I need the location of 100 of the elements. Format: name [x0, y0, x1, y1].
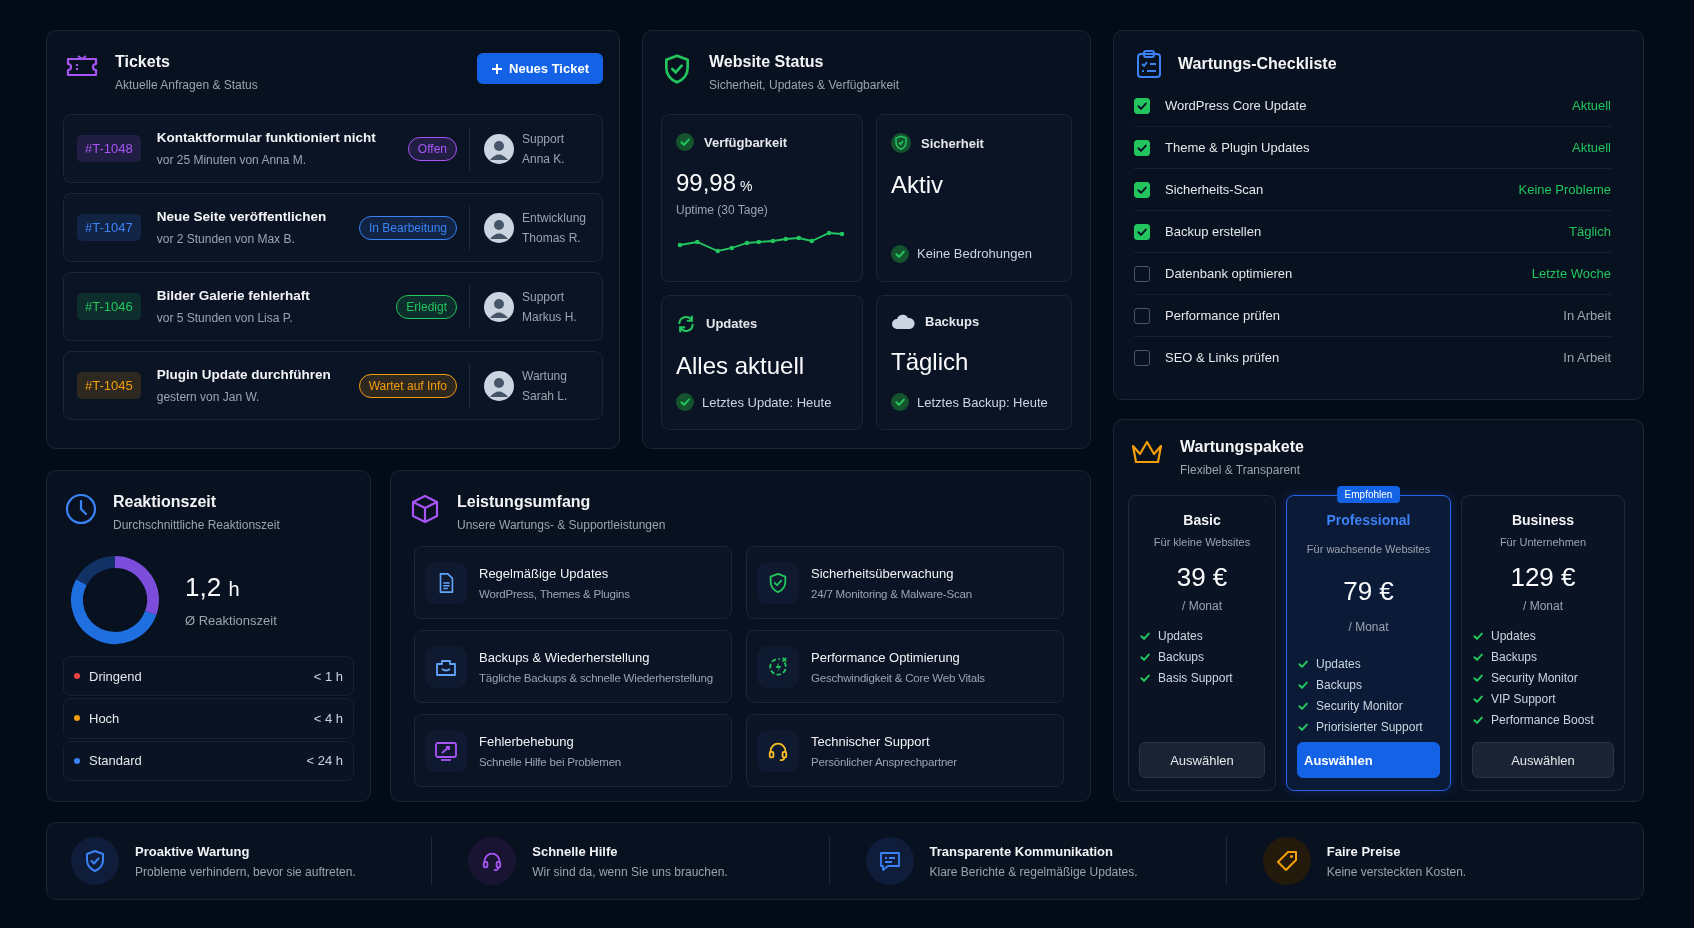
- ticket-row[interactable]: #T-1046 Bilder Galerie fehlerhaft vor 5 Stunden von Lisa P. Erledigt Support Markus H.: [63, 272, 603, 341]
- checklist-status: In Arbeit: [1563, 308, 1611, 323]
- checkbox[interactable]: [1134, 97, 1150, 114]
- lightning-icon: [767, 655, 789, 678]
- card-title: Reaktionszeit: [113, 493, 218, 511]
- status-note: Letztes Backup: Heute: [917, 394, 1048, 410]
- status-badge: Erledigt: [396, 294, 457, 319]
- ticket-row[interactable]: #T-1045 Plugin Update durchführen gestern von Jan W. Wartet auf Info Wartung Sarah L.: [63, 351, 603, 420]
- card-title: Tickets: [115, 53, 171, 71]
- check-icon: [1472, 672, 1484, 684]
- assignee-name: Anna K.: [522, 151, 566, 166]
- checklist-label: Datenbank optimieren: [1165, 266, 1294, 281]
- priority-time: < 1 h: [313, 668, 343, 684]
- ticket-id: #T-1045: [77, 372, 141, 399]
- ticket-row[interactable]: #T-1047 Neue Seite veröffentlichen vor 2 Stunden von Max B. In Bearbeitung Entwicklung Thomas R.: [63, 193, 603, 262]
- card-title: Wartungs-Checkliste: [1178, 55, 1337, 73]
- card-subtitle: Unsere Wartungs- & Supportleistungen: [457, 518, 667, 532]
- status-note: Letztes Update: Heute: [702, 394, 832, 410]
- benefit-title: Schnelle Hilfe: [532, 843, 619, 859]
- ticket-meta: vor 5 Stunden von Lisa P.: [156, 311, 294, 325]
- plan-period: / Monat: [1348, 620, 1389, 634]
- check-icon: [1472, 714, 1484, 726]
- card-subtitle: Flexibel & Transparent: [1180, 463, 1302, 477]
- check-icon: [676, 133, 694, 151]
- service-title: Backups & Wiederherstellung: [479, 649, 651, 665]
- ticket-meta: vor 2 Stunden von Max B.: [156, 232, 296, 246]
- ticket-meta: gestern von Jan W.: [156, 390, 261, 404]
- benefit-title: Proaktive Wartung: [135, 843, 251, 859]
- response-value: 1,2 h: [185, 572, 241, 603]
- service-text: 24/7 Monitoring & Malware-Scan: [811, 587, 972, 600]
- card-subtitle: Durchschnittliche Reaktionszeit: [113, 518, 281, 532]
- checkbox[interactable]: [1134, 307, 1150, 324]
- ticket-title: Plugin Update durchführen: [156, 367, 332, 382]
- checklist-label: Sicherheits-Scan: [1165, 182, 1265, 197]
- checkbox[interactable]: [1134, 223, 1150, 240]
- checkbox[interactable]: [1134, 139, 1150, 156]
- clipboard-icon: [1136, 49, 1162, 79]
- cube-icon: [409, 493, 441, 525]
- checklist-label: Theme & Plugin Updates: [1165, 140, 1311, 155]
- plan-feature: Updates: [1316, 657, 1361, 671]
- tile-label: Sicherheit: [921, 135, 984, 151]
- service-text: Schnelle Hilfe bei Problemen: [479, 755, 622, 768]
- plan-name: Basic: [1183, 512, 1221, 528]
- tile-label: Backups: [925, 314, 980, 329]
- card-title: Wartungspakete: [1180, 438, 1305, 456]
- status-value: Alles aktuell: [676, 351, 806, 380]
- select-button[interactable]: Auswählen: [1139, 742, 1265, 778]
- plus-icon: [491, 62, 504, 75]
- crown-icon: [1130, 438, 1164, 466]
- priority-label: Dringend: [89, 668, 143, 684]
- checklist-status: Täglich: [1569, 224, 1611, 239]
- plan-feature: Security Monitor: [1491, 671, 1578, 685]
- assignee-team: Support: [522, 289, 566, 304]
- plan-subtitle: Für kleine Websites: [1153, 536, 1251, 548]
- status-badge: Wartet auf Info: [358, 373, 457, 398]
- check-icon: [1472, 630, 1484, 642]
- check-icon: [1297, 700, 1309, 712]
- service-title: Fehlerbehebung: [479, 733, 575, 749]
- checkbox[interactable]: [1134, 265, 1150, 282]
- plan-subtitle: Für Unternehmen: [1499, 536, 1587, 548]
- check-icon: [1472, 693, 1484, 705]
- plan-feature: Priorisierter Support: [1316, 720, 1423, 734]
- ticket-title: Neue Seite veröffentlichen: [156, 209, 328, 224]
- shield-icon: [891, 133, 911, 153]
- monitor-icon: [434, 739, 458, 762]
- card-title: Leistungsumfang: [457, 493, 592, 511]
- status-badge: In Bearbeitung: [358, 215, 457, 240]
- check-icon: [1139, 630, 1151, 642]
- status-value: Aktiv: [891, 171, 944, 199]
- priority-time: < 4 h: [313, 711, 343, 726]
- select-button[interactable]: Auswählen: [1472, 742, 1614, 778]
- response-caption: Ø Reaktionszeit: [185, 613, 277, 628]
- plan-feature: Backups: [1316, 678, 1363, 692]
- benefit-text: Klare Berichte & regelmäßige Updates.: [929, 864, 1138, 879]
- select-button[interactable]: Auswählen: [1297, 742, 1440, 778]
- checkbox[interactable]: [1134, 181, 1150, 198]
- ticket-title: Bilder Galerie fehlerhaft: [156, 288, 311, 303]
- priority-label: Standard: [89, 753, 143, 769]
- avatar-icon: [484, 370, 514, 401]
- plan-feature: Updates: [1491, 629, 1536, 643]
- status-note: Keine Bedrohungen: [917, 246, 1032, 261]
- service-title: Sicherheitsüberwachung: [811, 565, 955, 581]
- checklist-label: WordPress Core Update: [1165, 98, 1308, 113]
- check-icon: [1472, 651, 1484, 663]
- refresh-icon: [676, 313, 696, 334]
- new-ticket-button[interactable]: Neues Ticket: [477, 53, 603, 84]
- checkbox[interactable]: [1134, 349, 1150, 366]
- ticket-row[interactable]: #T-1048 Kontaktformular funktioniert nicht vor 25 Minuten von Anna M. Offen Support Anna K.: [63, 114, 603, 183]
- checklist-label: Backup erstellen: [1165, 224, 1263, 239]
- plan-price: 129 €: [1510, 562, 1576, 593]
- uptime-value: 99,98 %: [676, 169, 754, 197]
- shield-icon: [83, 849, 107, 873]
- benefit-title: Transparente Kommunikation: [929, 843, 1114, 859]
- checklist-label: SEO & Links prüfen: [1165, 350, 1281, 365]
- plan-feature: Backups: [1491, 650, 1538, 664]
- plan-feature: Basis Support: [1158, 671, 1233, 685]
- plan-name: Professional: [1326, 512, 1411, 528]
- ticket-id: #T-1046: [77, 293, 141, 320]
- checklist-status: In Arbeit: [1563, 350, 1611, 365]
- priority-time: < 24 h: [306, 753, 343, 769]
